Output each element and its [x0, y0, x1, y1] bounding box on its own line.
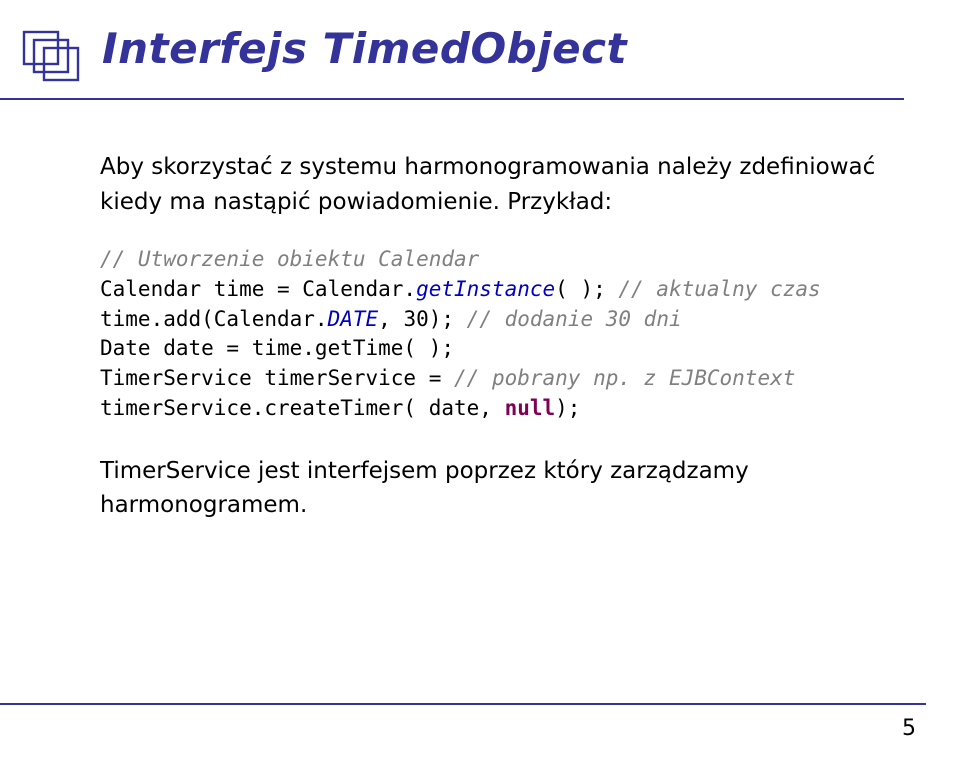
intro-paragraph: Aby skorzystać z systemu harmonogramowan…: [100, 150, 884, 219]
code-comment: // dodanie 30 dni: [467, 307, 682, 331]
code-text: , 30);: [378, 307, 467, 331]
code-comment: // pobrany np. z EJBContext: [454, 366, 795, 390]
code-text: );: [555, 396, 580, 420]
code-keyword: null: [505, 396, 556, 420]
code-constant: DATE: [328, 307, 379, 331]
slide: Interfejs TimedObject Aby skorzystać z s…: [0, 0, 960, 759]
footer-divider: [0, 703, 926, 705]
code-text: Date date = time.getTime( );: [100, 336, 454, 360]
code-comment: // Utworzenie obiektu Calendar: [100, 247, 479, 271]
code-comment: // aktualny czas: [618, 277, 820, 301]
outro-paragraph: TimerService jest interfejsem poprzez kt…: [100, 454, 884, 523]
code-block: // Utworzenie obiektu Calendar Calendar …: [100, 245, 884, 424]
code-static-call: getInstance: [416, 277, 555, 301]
code-text: Calendar time = Calendar.: [100, 277, 416, 301]
code-text: timerService.createTimer( date,: [100, 396, 505, 420]
slide-title: Interfejs TimedObject: [102, 24, 627, 73]
body: Aby skorzystać z systemu harmonogramowan…: [56, 150, 904, 523]
code-text: TimerService timerService =: [100, 366, 454, 390]
code-text: time.add(Calendar.: [100, 307, 328, 331]
page-number: 5: [902, 716, 916, 741]
code-text: ( );: [555, 277, 618, 301]
overlapping-squares-icon: [20, 28, 86, 90]
title-row: Interfejs TimedObject: [56, 24, 904, 90]
title-divider: [0, 98, 904, 100]
